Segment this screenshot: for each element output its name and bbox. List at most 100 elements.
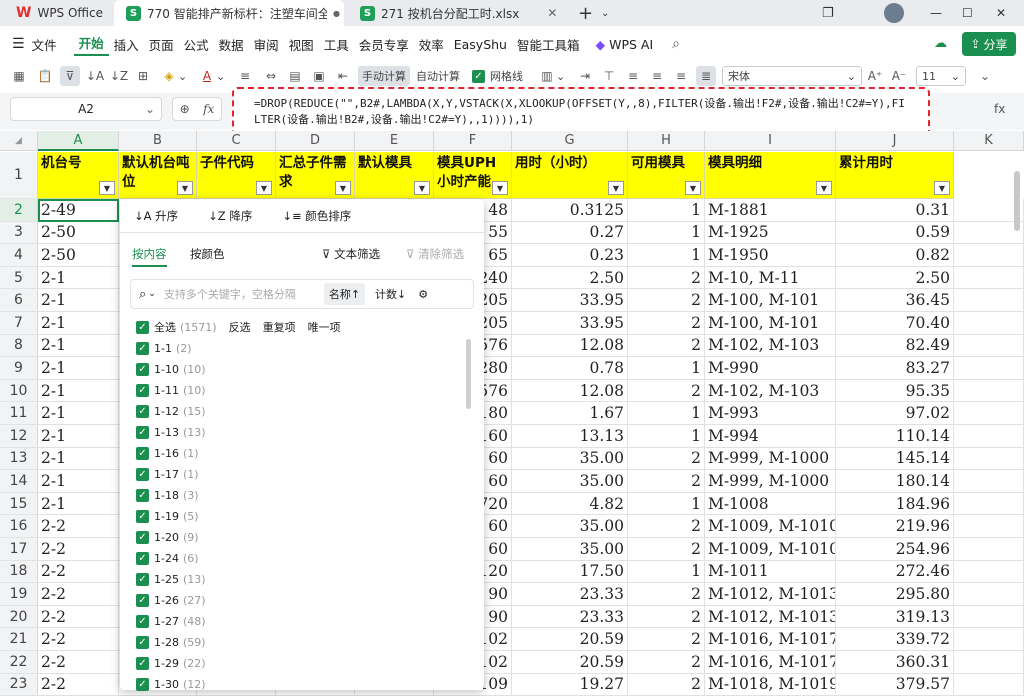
row-header[interactable]: 5 xyxy=(0,266,38,290)
filter-settings-icon[interactable]: ⚙ xyxy=(418,288,428,301)
table-cell[interactable]: 20.59 xyxy=(512,651,628,674)
sort-desc-icon[interactable]: ↓Z xyxy=(110,66,128,86)
table-cell[interactable]: 2 xyxy=(628,538,705,561)
new-tab-icon[interactable]: + xyxy=(578,0,598,26)
maximize-icon[interactable]: ☐ xyxy=(962,0,976,26)
table-cell[interactable] xyxy=(954,312,1024,335)
filter-dropdown-icon[interactable]: ▼ xyxy=(99,181,115,195)
column-header-g[interactable]: G xyxy=(512,131,628,151)
table-cell[interactable]: M-990 xyxy=(705,357,836,380)
table-cell[interactable]: 110.14 xyxy=(836,425,954,448)
table-cell[interactable]: M-1018, M-1019 xyxy=(705,673,836,696)
sort-by-name-button[interactable]: 名称↑ xyxy=(323,283,366,305)
table-cell[interactable]: 13.13 xyxy=(512,425,628,448)
table-cell[interactable]: 0.59 xyxy=(836,221,954,245)
align-top-icon[interactable]: ⊤ xyxy=(600,66,618,86)
text-right-icon[interactable]: ≡ xyxy=(672,66,690,86)
restore-tabs-icon[interactable]: ❐ xyxy=(822,0,840,26)
table-cell[interactable]: 2 xyxy=(628,289,705,312)
table-cell[interactable]: 20.59 xyxy=(512,628,628,651)
manual-calc-button[interactable]: 手动计算 xyxy=(358,66,410,86)
menu-view[interactable]: 视图 xyxy=(284,35,319,54)
table-cell[interactable]: 145.14 xyxy=(836,447,954,471)
table-cell[interactable] xyxy=(954,605,1024,629)
table-cell[interactable]: 35.00 xyxy=(512,538,628,561)
auto-calc-button[interactable]: 自动计算 xyxy=(414,66,462,86)
row-header[interactable]: 21 xyxy=(0,628,38,651)
table-cell[interactable]: 254.96 xyxy=(836,538,954,561)
row-header[interactable]: 7 xyxy=(0,312,38,335)
indent-icon[interactable]: ⇥ xyxy=(576,66,594,86)
fit-icon[interactable]: ⇔ xyxy=(262,66,280,86)
table-cell[interactable]: 23.33 xyxy=(512,583,628,606)
wrap-icon[interactable]: ▤ xyxy=(286,66,304,86)
table-cell[interactable]: 2 xyxy=(628,470,705,493)
conditional-format-icon[interactable]: ▥ ⌄ xyxy=(538,66,565,86)
table-cell[interactable]: M-999, M-1000 xyxy=(705,470,836,493)
menu-insert[interactable]: 插入 xyxy=(109,35,144,54)
select-all-item[interactable]: ✓ 全选 (1571) 反选 重复项 唯一项 xyxy=(136,318,341,336)
filter-list-item[interactable]: ✓ 1-25 (13) xyxy=(136,570,206,588)
row-header[interactable]: 6 xyxy=(0,289,38,312)
merge-icon[interactable]: ▣ xyxy=(310,66,328,86)
row-header[interactable]: 9 xyxy=(0,357,38,380)
filter-dropdown-icon[interactable]: ▼ xyxy=(608,181,624,195)
menu-review[interactable]: 审阅 xyxy=(249,35,284,54)
filter-list-item[interactable]: ✓ 1-30 (12) xyxy=(136,675,206,693)
filter-dropdown-icon[interactable]: ▼ xyxy=(256,181,272,195)
menu-formula[interactable]: 公式 xyxy=(179,35,214,54)
font-family-select[interactable]: 宋体 ⌄ xyxy=(722,66,862,86)
table-cell[interactable] xyxy=(954,244,1024,267)
table-cell[interactable]: 1 xyxy=(628,357,705,380)
table-cell[interactable]: 82.49 xyxy=(836,334,954,358)
table-cell[interactable]: M-993 xyxy=(705,402,836,425)
table-cell[interactable]: M-994 xyxy=(705,425,836,448)
table-cell[interactable]: 1 xyxy=(628,221,705,245)
header-cell[interactable]: 汇总子件需求 ▼ xyxy=(276,152,355,199)
table-cell[interactable]: 2-1 xyxy=(38,402,119,425)
table-cell[interactable]: 2-1 xyxy=(38,266,119,290)
table-cell[interactable]: M-1925 xyxy=(705,221,836,245)
table-cell[interactable] xyxy=(954,492,1024,516)
table-cell[interactable]: M-100, M-101 xyxy=(705,312,836,335)
table-cell[interactable]: 2-2 xyxy=(38,628,119,651)
table-cell[interactable]: 97.02 xyxy=(836,402,954,425)
invert-selection-button[interactable]: 反选 xyxy=(229,319,251,335)
table-cell[interactable]: 2 xyxy=(628,628,705,651)
table-cell[interactable] xyxy=(954,402,1024,425)
filter-list-item[interactable]: ✓ 1-17 (1) xyxy=(136,465,199,483)
column-header-e[interactable]: E xyxy=(355,131,434,151)
cloud-sync-icon[interactable]: ☁ xyxy=(934,36,947,51)
row-header[interactable]: 10 xyxy=(0,379,38,403)
menu-page[interactable]: 页面 xyxy=(144,35,179,54)
table-cell[interactable]: 19.27 xyxy=(512,673,628,696)
filter-list-item[interactable]: ✓ 1-16 (1) xyxy=(136,444,199,462)
header-cell[interactable]: 累计用时 ▼ xyxy=(836,152,954,199)
gridlines-toggle[interactable]: ✓ 网格线 xyxy=(472,66,523,86)
close-icon[interactable]: ✕ xyxy=(547,6,557,20)
filter-list-item[interactable]: ✓ 1-19 (5) xyxy=(136,507,199,525)
table-cell[interactable]: 23.33 xyxy=(512,605,628,629)
table-cell[interactable]: 2-1 xyxy=(38,447,119,471)
header-cell[interactable]: 可用模具 ▼ xyxy=(628,152,705,199)
table-cell[interactable]: 2-1 xyxy=(38,470,119,493)
filter-list-item[interactable]: ✓ 1-24 (6) xyxy=(136,549,199,567)
row-header[interactable]: 4 xyxy=(0,244,38,267)
table-cell[interactable] xyxy=(954,515,1024,538)
table-cell[interactable]: 0.23 xyxy=(512,244,628,267)
table-cell[interactable]: 295.80 xyxy=(836,583,954,606)
table-cell[interactable] xyxy=(954,447,1024,471)
header-cell[interactable]: 模具UPH小时产能 ▼ xyxy=(434,152,512,199)
table-cell[interactable] xyxy=(954,651,1024,674)
sort-desc-button[interactable]: ↓Z 降序 xyxy=(208,208,252,224)
header-cell[interactable]: 子件代码 ▼ xyxy=(197,152,276,199)
table-cell[interactable]: 2-1 xyxy=(38,312,119,335)
table-cell[interactable]: M-102, M-103 xyxy=(705,334,836,358)
row-header[interactable]: 15 xyxy=(0,492,38,516)
zoom-icon[interactable]: ⊕ xyxy=(180,102,190,116)
table-cell[interactable]: M-1012, M-1013 xyxy=(705,583,836,606)
row-header[interactable]: 19 xyxy=(0,583,38,606)
filter-list-item[interactable]: ✓ 1-18 (3) xyxy=(136,486,199,504)
table-cell[interactable] xyxy=(954,357,1024,380)
table-cell[interactable]: M-100, M-101 xyxy=(705,289,836,312)
